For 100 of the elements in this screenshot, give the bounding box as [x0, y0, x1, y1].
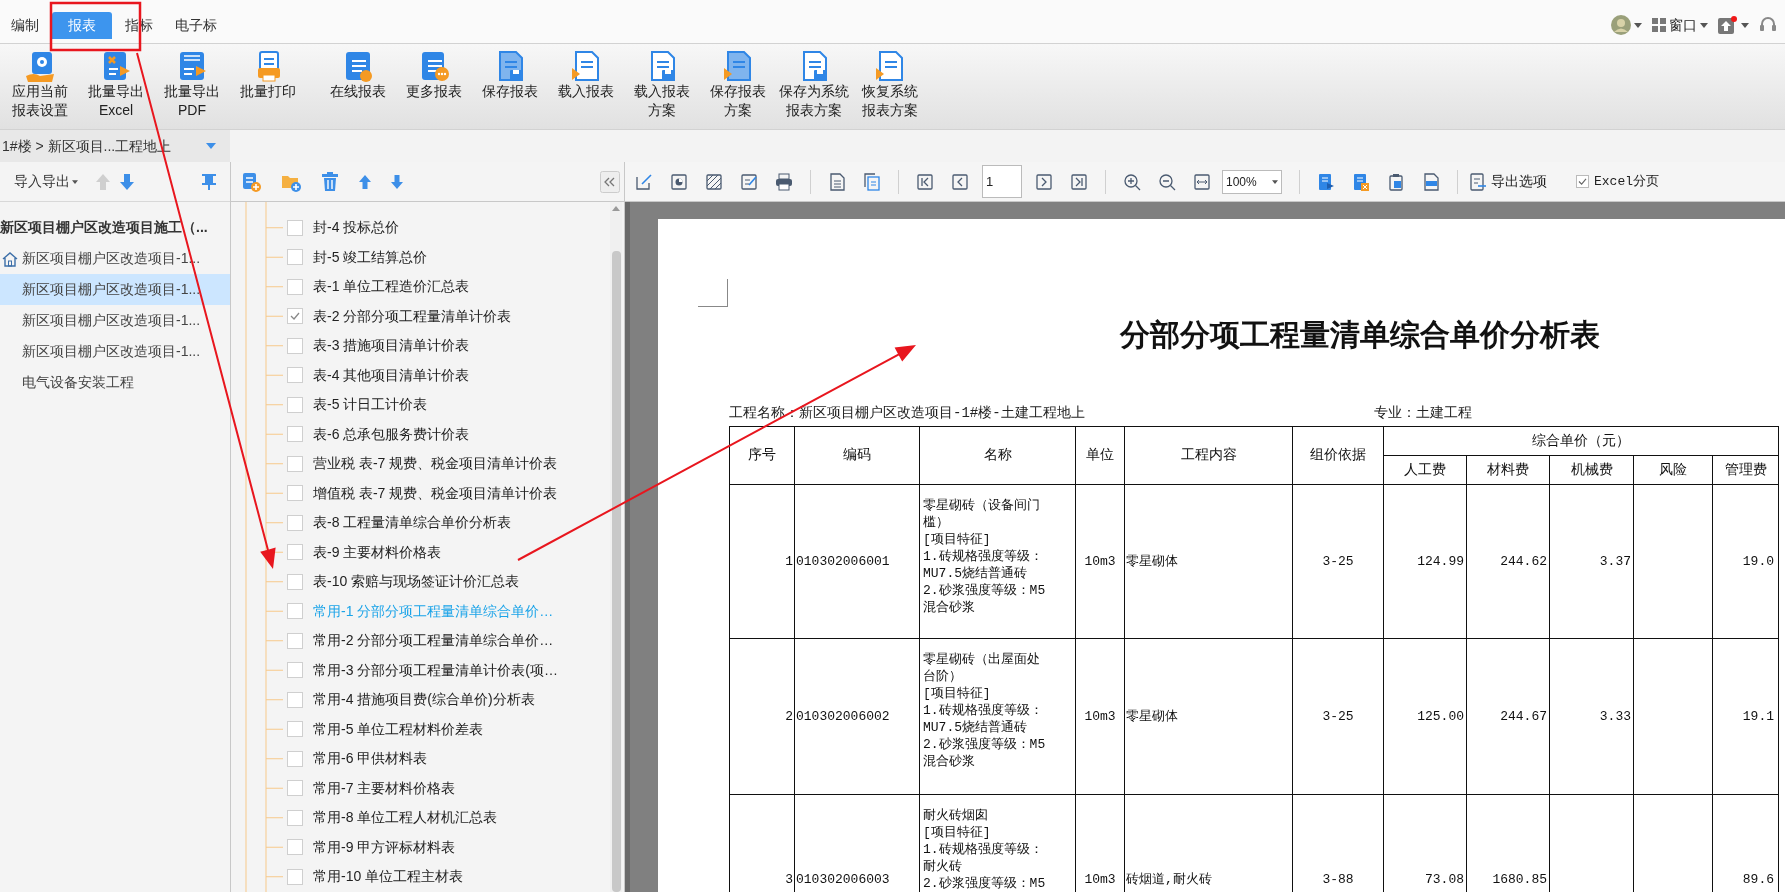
checkbox[interactable]: [287, 249, 303, 266]
export-options-button[interactable]: 导出选项: [1469, 171, 1547, 192]
report-list-item[interactable]: 常用-8 单位工程人材机汇总表: [287, 807, 498, 829]
printer-icon[interactable]: [775, 172, 793, 191]
fit-width-icon[interactable]: [1193, 172, 1211, 191]
toolbar-button[interactable]: 保存报表 方案: [700, 50, 776, 120]
tree-item[interactable]: 新区项目棚户区改造项目-1...: [0, 336, 230, 367]
checkbox[interactable]: [287, 219, 303, 236]
avatar-menu[interactable]: [1611, 15, 1642, 35]
checkbox[interactable]: [287, 337, 303, 354]
report-list-item[interactable]: 表-6 总承包服务费计价表: [287, 423, 470, 445]
report-list-item[interactable]: 常用-2 分部分项工程量清单综合单价…: [287, 630, 554, 652]
toolbar-button[interactable]: 批量导出 PDF: [154, 50, 230, 120]
toolbar-button[interactable]: 保存为系统 报表方案: [776, 50, 852, 120]
page-setup-icon[interactable]: [670, 172, 688, 191]
checkbox[interactable]: [287, 278, 303, 295]
toolbar-button[interactable]: 更多报表: [396, 50, 472, 101]
toolbar-button[interactable]: 载入报表: [548, 50, 624, 101]
hatch-icon[interactable]: [705, 172, 723, 191]
next-page-icon[interactable]: [1035, 172, 1053, 191]
scroll-up-icon[interactable]: [612, 206, 620, 211]
tree-item[interactable]: 新区项目棚户区改造项目-1...: [0, 305, 230, 336]
delete-icon[interactable]: [321, 171, 339, 192]
toolbar-button[interactable]: 恢复系统 报表方案: [852, 50, 928, 120]
toolbar-button[interactable]: 载入报表 方案: [624, 50, 700, 120]
window-menu[interactable]: 窗口: [1652, 14, 1708, 36]
checkbox[interactable]: [287, 485, 303, 502]
report-list-item[interactable]: 表-4 其他项目清单计价表: [287, 364, 470, 386]
copy-icon[interactable]: [863, 172, 881, 191]
add-document-icon[interactable]: [241, 171, 261, 192]
checkbox[interactable]: [287, 750, 303, 767]
report-list-item[interactable]: 常用-10 单位工程主材表: [287, 866, 464, 888]
report-list-item[interactable]: 常用-6 甲供材料表: [287, 748, 428, 770]
report-list-item[interactable]: 表-9 主要材料价格表: [287, 541, 442, 563]
pin-icon[interactable]: [202, 173, 216, 190]
checkbox[interactable]: [287, 691, 303, 708]
import-export-menu[interactable]: 导入导出: [14, 171, 78, 192]
page-number-field[interactable]: 1: [982, 165, 1022, 198]
document-icon[interactable]: [828, 172, 846, 191]
move-down-icon[interactable]: [391, 174, 403, 189]
edit-icon[interactable]: [635, 172, 653, 191]
checkbox[interactable]: [287, 721, 303, 738]
upload-menu[interactable]: [1718, 16, 1749, 34]
report-list-item[interactable]: 表-5 计日工计价表: [287, 394, 428, 416]
zoom-in-icon[interactable]: [1123, 172, 1141, 191]
tree-item[interactable]: 新区项目棚户区改造项目-1...: [0, 274, 230, 305]
report-list-item[interactable]: 营业税 表-7 规费、税金项目清单计价表: [287, 453, 558, 475]
zoom-select[interactable]: 100%: [1222, 169, 1282, 194]
report-list-item[interactable]: 封-5 竣工结算总价: [287, 246, 428, 268]
tree-item[interactable]: 电气设备安装工程: [0, 367, 230, 398]
checkbox[interactable]: [287, 544, 303, 561]
tree-item[interactable]: 新区项目棚户区改造项目施工（...: [0, 212, 230, 243]
checkbox[interactable]: [287, 632, 303, 649]
checkbox[interactable]: [287, 396, 303, 413]
scrollbar[interactable]: [610, 202, 622, 892]
previous-page-icon[interactable]: [951, 172, 969, 191]
toolbar-button[interactable]: 应用当前 报表设置: [2, 50, 78, 120]
report-list-item[interactable]: 常用-3 分部分项工程量清单计价表(项…: [287, 659, 558, 681]
checkbox[interactable]: [287, 308, 303, 325]
report-list-item[interactable]: 常用-4 措施项目费(综合单价)分析表: [287, 689, 535, 711]
first-page-icon[interactable]: [916, 172, 934, 191]
menu-tab[interactable]: 电子标: [166, 12, 226, 39]
checkbox[interactable]: [287, 780, 303, 797]
report-list-item[interactable]: 表-1 单位工程造价汇总表: [287, 276, 470, 298]
toolbar-button[interactable]: 批量打印: [230, 50, 306, 101]
collapse-icon[interactable]: [600, 170, 620, 193]
report-list-item[interactable]: 表-2 分部分项工程量清单计价表: [287, 305, 512, 327]
clipboard-icon[interactable]: [1387, 172, 1405, 191]
excel-paging-checkbox[interactable]: [1576, 175, 1589, 188]
checkbox[interactable]: [287, 573, 303, 590]
toolbar-button[interactable]: 在线报表: [320, 50, 396, 101]
checkbox[interactable]: [287, 809, 303, 826]
down-arrow-icon[interactable]: [120, 173, 134, 190]
checkbox[interactable]: [287, 367, 303, 384]
edit-icon[interactable]: [740, 172, 758, 191]
checkbox[interactable]: [287, 868, 303, 885]
zoom-out-icon[interactable]: [1158, 172, 1176, 191]
toolbar-button[interactable]: 保存报表: [472, 50, 548, 101]
report-list-item[interactable]: 常用-5 单位工程材料价差表: [287, 718, 484, 740]
export-document-icon[interactable]: [1317, 172, 1335, 191]
report-list-item[interactable]: 表-10 索赔与现场签证计价汇总表: [287, 571, 520, 593]
last-page-icon[interactable]: [1070, 172, 1088, 191]
checkbox[interactable]: [287, 662, 303, 679]
checkbox[interactable]: [287, 603, 303, 620]
report-list-item[interactable]: 表-3 措施项目清单计价表: [287, 335, 470, 357]
checkbox-label[interactable]: Excel分页: [1594, 171, 1659, 192]
headset-icon[interactable]: [1759, 16, 1777, 34]
report-list-item[interactable]: 增值税 表-7 规费、税金项目清单计价表: [287, 482, 558, 504]
excel-export-icon[interactable]: [1352, 172, 1370, 191]
report-list-item[interactable]: 常用-9 甲方评标材料表: [287, 836, 456, 858]
report-list-item[interactable]: 表-8 工程量清单综合单价分析表: [287, 512, 512, 534]
checkbox[interactable]: [287, 426, 303, 443]
checkbox[interactable]: [287, 839, 303, 856]
menu-tab[interactable]: 编制: [2, 12, 48, 39]
move-up-icon[interactable]: [359, 174, 371, 189]
report-list-item[interactable]: 封-4 投标总价: [287, 217, 400, 239]
report-list-item[interactable]: 常用-7 主要材料价格表: [287, 777, 456, 799]
pdf-export-icon[interactable]: [1422, 172, 1440, 191]
checkbox[interactable]: [287, 514, 303, 531]
checkbox[interactable]: [287, 455, 303, 472]
